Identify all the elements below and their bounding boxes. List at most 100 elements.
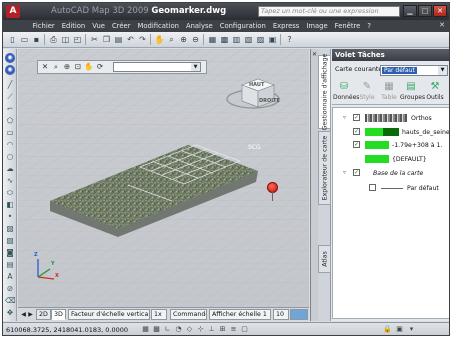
drawing-viewport[interactable]: HAUT DROITE SCG X Y Z ✕ ⌕ ⊕ ⊡ ✋ ⟳ ▼ [18, 49, 309, 307]
hatch-icon[interactable]: ▨ [5, 224, 15, 234]
help-search-input[interactable]: Tapez un mot-clé ou une expression [258, 6, 400, 17]
menu-fichier[interactable]: Fichier [29, 22, 58, 30]
chevron-down-icon[interactable]: ▼ [191, 63, 200, 71]
zoom-previous-icon[interactable]: ⊖ [190, 34, 201, 45]
zoom-window-icon[interactable]: ⊕ [178, 34, 189, 45]
layer-list[interactable]: ▿ ✓ Orthos ✓ hauts_de_seine ✓ -1.79e+308… [331, 107, 449, 319]
viewcube-top-label[interactable]: HAUT [249, 82, 264, 88]
ducs-icon[interactable]: ⊥ [207, 325, 216, 334]
menu-express[interactable]: Express [269, 22, 303, 30]
dyn-icon[interactable]: ⊞ [218, 325, 227, 334]
data-button[interactable]: ⛁ Données [333, 79, 359, 105]
menu-creer[interactable]: Créer [108, 22, 134, 30]
polygon-icon[interactable]: ⬠ [5, 116, 15, 126]
map-task-icon[interactable]: ◉ [5, 53, 15, 63]
model-icon[interactable]: ▢ [240, 325, 249, 334]
text-icon[interactable]: A [5, 272, 15, 282]
modify-icon[interactable]: ⊘ [5, 284, 15, 294]
tray-settings-icon[interactable]: ▾ [407, 325, 416, 334]
clean-screen-icon[interactable]: ▣ [395, 325, 404, 334]
circle-icon[interactable]: ○ [5, 152, 15, 162]
menu-configuration[interactable]: Configuration [216, 22, 269, 30]
table-button[interactable]: ▦ Table [378, 79, 400, 105]
tab-display-manager[interactable]: Gestionnaire d'affichage [318, 54, 331, 130]
preview-icon[interactable]: ◫ [60, 34, 71, 45]
markup-icon[interactable]: ▨ [255, 34, 266, 45]
undo-icon[interactable]: ↶ [125, 34, 136, 45]
layer-list-scrollbar[interactable] [331, 312, 449, 318]
menu-help[interactable]: ? [364, 22, 375, 30]
document-close-icon[interactable]: ✕ [439, 21, 445, 29]
show-scale-toggle[interactable]: Afficher échelle 1 [209, 309, 271, 320]
style-button[interactable]: ✎ Style [356, 79, 378, 105]
close-icon[interactable]: ✕ [433, 5, 447, 17]
tool-palette-icon[interactable]: ▥ [231, 34, 242, 45]
publish-icon[interactable]: ◰ [72, 34, 83, 45]
command-button[interactable]: Commande [170, 309, 207, 320]
osnap-icon[interactable]: ◇ [185, 325, 194, 334]
tab-first-icon[interactable]: ◀ [20, 310, 27, 319]
move-icon[interactable]: ✥ [5, 308, 15, 318]
menu-fenetre[interactable]: Fenêtre [331, 22, 364, 30]
scale-value[interactable]: 10 [273, 309, 289, 320]
design-center-icon[interactable]: ▩ [219, 34, 230, 45]
point-icon[interactable]: • [5, 212, 15, 222]
tab-map-explorer[interactable]: Explorateur de carte [318, 131, 331, 205]
app-logo-icon[interactable]: A [6, 5, 20, 18]
maximize-icon[interactable]: □ [418, 5, 432, 17]
construction-line-icon[interactable]: ⟋ [5, 92, 15, 102]
pan-tool-icon[interactable]: ✋ [84, 62, 94, 72]
map-status-icon[interactable] [290, 309, 308, 320]
scg-label[interactable]: SCG [248, 144, 261, 151]
default-style-row[interactable]: {DEFAULT} [333, 154, 449, 165]
properties-icon[interactable]: ▦ [207, 34, 218, 45]
menu-edition[interactable]: Edition [58, 22, 89, 30]
ellipse-icon[interactable]: ⬭ [5, 188, 15, 198]
table-draw-icon[interactable]: ▤ [5, 260, 15, 270]
line-icon[interactable]: ╱ [5, 80, 15, 90]
tab-3d[interactable]: 3D [51, 309, 66, 320]
minimize-icon[interactable]: ▁ [403, 5, 417, 17]
menu-vue[interactable]: Vue [89, 22, 109, 30]
insert-block-icon[interactable]: ◧ [5, 200, 15, 210]
zoom-in-icon[interactable]: ⊕ [62, 62, 72, 72]
task-pane-grip[interactable]: ✕ [311, 49, 318, 321]
lock-icon[interactable]: 🔒 [383, 325, 392, 334]
menu-image[interactable]: Image [303, 22, 331, 30]
copy-icon[interactable]: ❐ [101, 34, 112, 45]
tab-next-icon[interactable]: ▶ [27, 310, 34, 319]
arc-icon[interactable]: ◠ [5, 140, 15, 150]
toolbar-grip-icon[interactable]: ✕ [40, 62, 50, 72]
map-query-icon[interactable]: ◉ [5, 65, 15, 75]
base-map-checkbox[interactable]: ✓ [353, 169, 360, 176]
menu-analyse[interactable]: Analyse [182, 22, 216, 30]
otrack-icon[interactable]: ⊹ [196, 325, 205, 334]
new-file-icon[interactable]: ▯ [7, 34, 18, 45]
rectangle-icon[interactable]: ▭ [5, 128, 15, 138]
redo-icon[interactable]: ↷ [137, 34, 148, 45]
orbit-icon[interactable]: ⟳ [95, 62, 105, 72]
layer-orthos[interactable]: ▿ ✓ Orthos [333, 113, 449, 124]
pan-icon[interactable]: ✋ [154, 34, 165, 45]
ortho-icon[interactable]: ∟ [163, 325, 172, 334]
par-defaut-checkbox[interactable]: ✓ [369, 184, 376, 191]
cut-icon[interactable]: ✂ [89, 34, 100, 45]
base-map-group[interactable]: ▿ ✓ Base de la carte [333, 168, 449, 179]
spline-icon[interactable]: ∿ [5, 176, 15, 186]
style-range-checkbox[interactable]: ✓ [353, 141, 360, 148]
layer-hds-checkbox[interactable]: ✓ [353, 128, 360, 135]
vertical-scale-value[interactable]: 1x [151, 309, 167, 320]
erase-icon[interactable]: ⌫ [5, 296, 16, 306]
sheet-set-icon[interactable]: ▧ [243, 34, 254, 45]
grid-icon[interactable]: ▩ [152, 325, 161, 334]
help-icon[interactable]: ? [284, 34, 295, 45]
tools-button[interactable]: ⚒ Outils [424, 79, 446, 105]
open-file-icon[interactable]: ▭ [19, 34, 30, 45]
polar-icon[interactable]: ◔ [174, 325, 183, 334]
expand-icon[interactable]: ▿ [343, 169, 346, 176]
chevron-down-icon[interactable]: ▼ [438, 66, 447, 75]
par-defaut-row[interactable]: ✓ Par défaut [333, 183, 449, 194]
snap-icon[interactable]: ▦ [141, 325, 150, 334]
layer-orthos-checkbox[interactable]: ✓ [353, 114, 360, 121]
style-range-row[interactable]: ✓ -1.79e+308 à 1. [333, 140, 449, 151]
